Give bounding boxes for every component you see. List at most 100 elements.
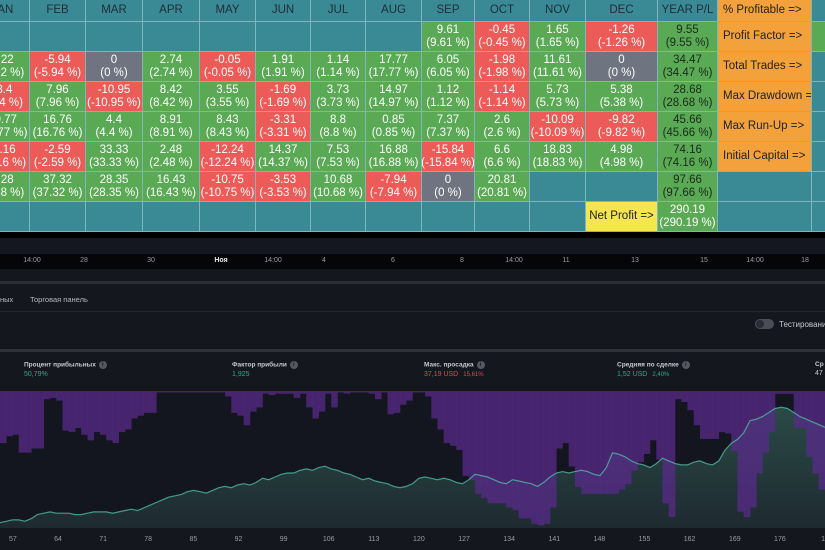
tab-partial[interactable]: ных [0, 295, 13, 304]
x-tick-label: 134 [503, 536, 516, 543]
cell-percent: (-5.94 %) [33, 66, 82, 79]
cell-value: 1.65 [546, 23, 569, 36]
month-cell: -10.95 (-10.95 %) [86, 82, 143, 112]
cell-percent: (-10.75 %) [200, 186, 255, 199]
drawdown-bar [231, 391, 238, 413]
stat-value [812, 202, 825, 232]
drawdown-bar [681, 391, 688, 402]
drawdown-bar [662, 391, 670, 504]
drawdown-bar [387, 391, 395, 415]
x-tick-label: 155 [638, 536, 651, 543]
month-cell: 1.91 (1.91 %) [256, 52, 311, 82]
time-axis-label: 18 [801, 257, 809, 264]
drawdown-bar [43, 391, 51, 400]
empty-cell [143, 22, 200, 52]
cell-percent: (0 %) [607, 66, 636, 79]
info-icon[interactable]: i [98, 361, 107, 369]
monthly-returns-table: JAN FEB MAR APR MAY JUN JUL AUG SEP OCT NOV DEC YEAR… [0, 0, 825, 232]
header-aug: AUG [366, 0, 422, 22]
cell-percent: (-7.94 %) [369, 186, 418, 199]
drawdown-bar [600, 391, 607, 494]
cell-value: 6.6 [494, 143, 510, 156]
cell-percent: (-1.14 %) [478, 96, 526, 109]
panel-resize-handle[interactable] [0, 281, 825, 284]
metrics-divider [0, 349, 825, 352]
drawdown-bar [125, 391, 132, 430]
drawdown-bar [756, 391, 763, 474]
drawdown-bar [737, 391, 745, 512]
month-cell: 8.8 (8.8 %) [311, 112, 366, 142]
drawdown-bar [481, 391, 488, 498]
year-pl-cell: 28.68 (28.68 %) [658, 82, 718, 112]
year-pl-cell: 45.66 (45.66 %) [658, 112, 718, 142]
testing-toggle[interactable] [755, 319, 774, 329]
month-cell: 28.35 (28.35 %) [86, 172, 143, 202]
header-jul: JUL [311, 0, 366, 22]
drawdown-bar [237, 391, 245, 416]
drawdown-bar [187, 391, 195, 393]
drawdown-bar [56, 391, 63, 401]
cell-percent: (7.96 %) [35, 96, 80, 109]
drawdown-bar [31, 391, 38, 449]
time-axis-label: Ноя [214, 257, 228, 264]
info-icon[interactable]: i [289, 361, 298, 369]
month-cell: 14.97 (14.97 %) [366, 82, 422, 112]
testing-toggle-label: Тестирование [779, 320, 825, 329]
cell-value: DEC [609, 4, 634, 16]
info-icon[interactable]: i [476, 361, 485, 369]
metric-value-percent: 2,40% [652, 372, 670, 378]
month-cell: 1.65 (1.65 %) [530, 22, 586, 52]
month-cell: -10.75 (-10.75 %) [200, 172, 256, 202]
year-pl-cell: 97.66 (97.66 %) [658, 172, 718, 202]
cell-percent: (6.6 %) [483, 156, 521, 169]
empty-cell [718, 202, 812, 232]
cell-value: 74.16 [673, 143, 702, 156]
cell-value: Max Run-Up => [723, 120, 805, 132]
cell-value: 34.47 [673, 53, 702, 66]
header-sep: SEP [422, 0, 475, 22]
x-tick-label: 120 [413, 536, 425, 543]
drawdown-bar [250, 391, 257, 412]
cell-value: 28.35 [99, 173, 129, 186]
month-cell: 8.91 (8.91 %) [143, 112, 200, 142]
cell-value: JUL [327, 4, 349, 16]
cell-percent: (7.37 %) [426, 126, 470, 139]
time-axis-label: 14:00 [746, 257, 764, 264]
tab-trading-panel[interactable]: Торговая панель [30, 295, 88, 304]
drawdown-bar [537, 391, 545, 526]
month-cell: -0.45 (-0.45 %) [475, 22, 530, 52]
drawdown-bar [512, 391, 520, 511]
drawdown-bar [6, 391, 13, 437]
drawdown-bar [475, 391, 482, 494]
month-cell: 17.77 (17.77 %) [366, 52, 422, 82]
cell-value: 10.68 [323, 173, 353, 186]
drawdown-bar [168, 391, 176, 393]
empty-cell [586, 172, 658, 202]
drawdown-bar [343, 391, 351, 394]
cell-value: Total Trades => [723, 60, 803, 72]
cell-value: NOV [545, 4, 570, 16]
drawdown-bar [581, 391, 588, 494]
drawdown-bar [575, 391, 582, 487]
drawdown-bar [281, 391, 288, 394]
drawdown-bar [556, 391, 563, 449]
info-icon[interactable]: i [681, 361, 690, 369]
drawdown-bar [118, 391, 126, 433]
header-apr: APR [143, 0, 200, 22]
drawdown-bar [206, 391, 213, 393]
month-cell: 20.81 (20.81 %) [475, 172, 530, 202]
x-tick-label: 162 [683, 536, 696, 543]
drawdown-bar [656, 391, 663, 460]
month-cell: -5.94 (-5.94 %) [30, 52, 86, 82]
month-cell: 8.42 (8.42 %) [143, 82, 200, 112]
cell-percent: (9.55 %) [665, 36, 710, 49]
metric-value: 47 [815, 370, 823, 377]
drawdown-bar [462, 391, 470, 476]
time-axis-label: 30 [147, 257, 155, 264]
drawdown-bar [131, 391, 138, 419]
cell-percent: (17.77 %) [368, 66, 419, 79]
month-cell: -9.82 (-9.82 %) [586, 112, 658, 142]
metric-title: Ср [815, 361, 824, 368]
time-axis-label: 13 [631, 257, 639, 264]
cell-value: -3.31 [269, 113, 297, 126]
